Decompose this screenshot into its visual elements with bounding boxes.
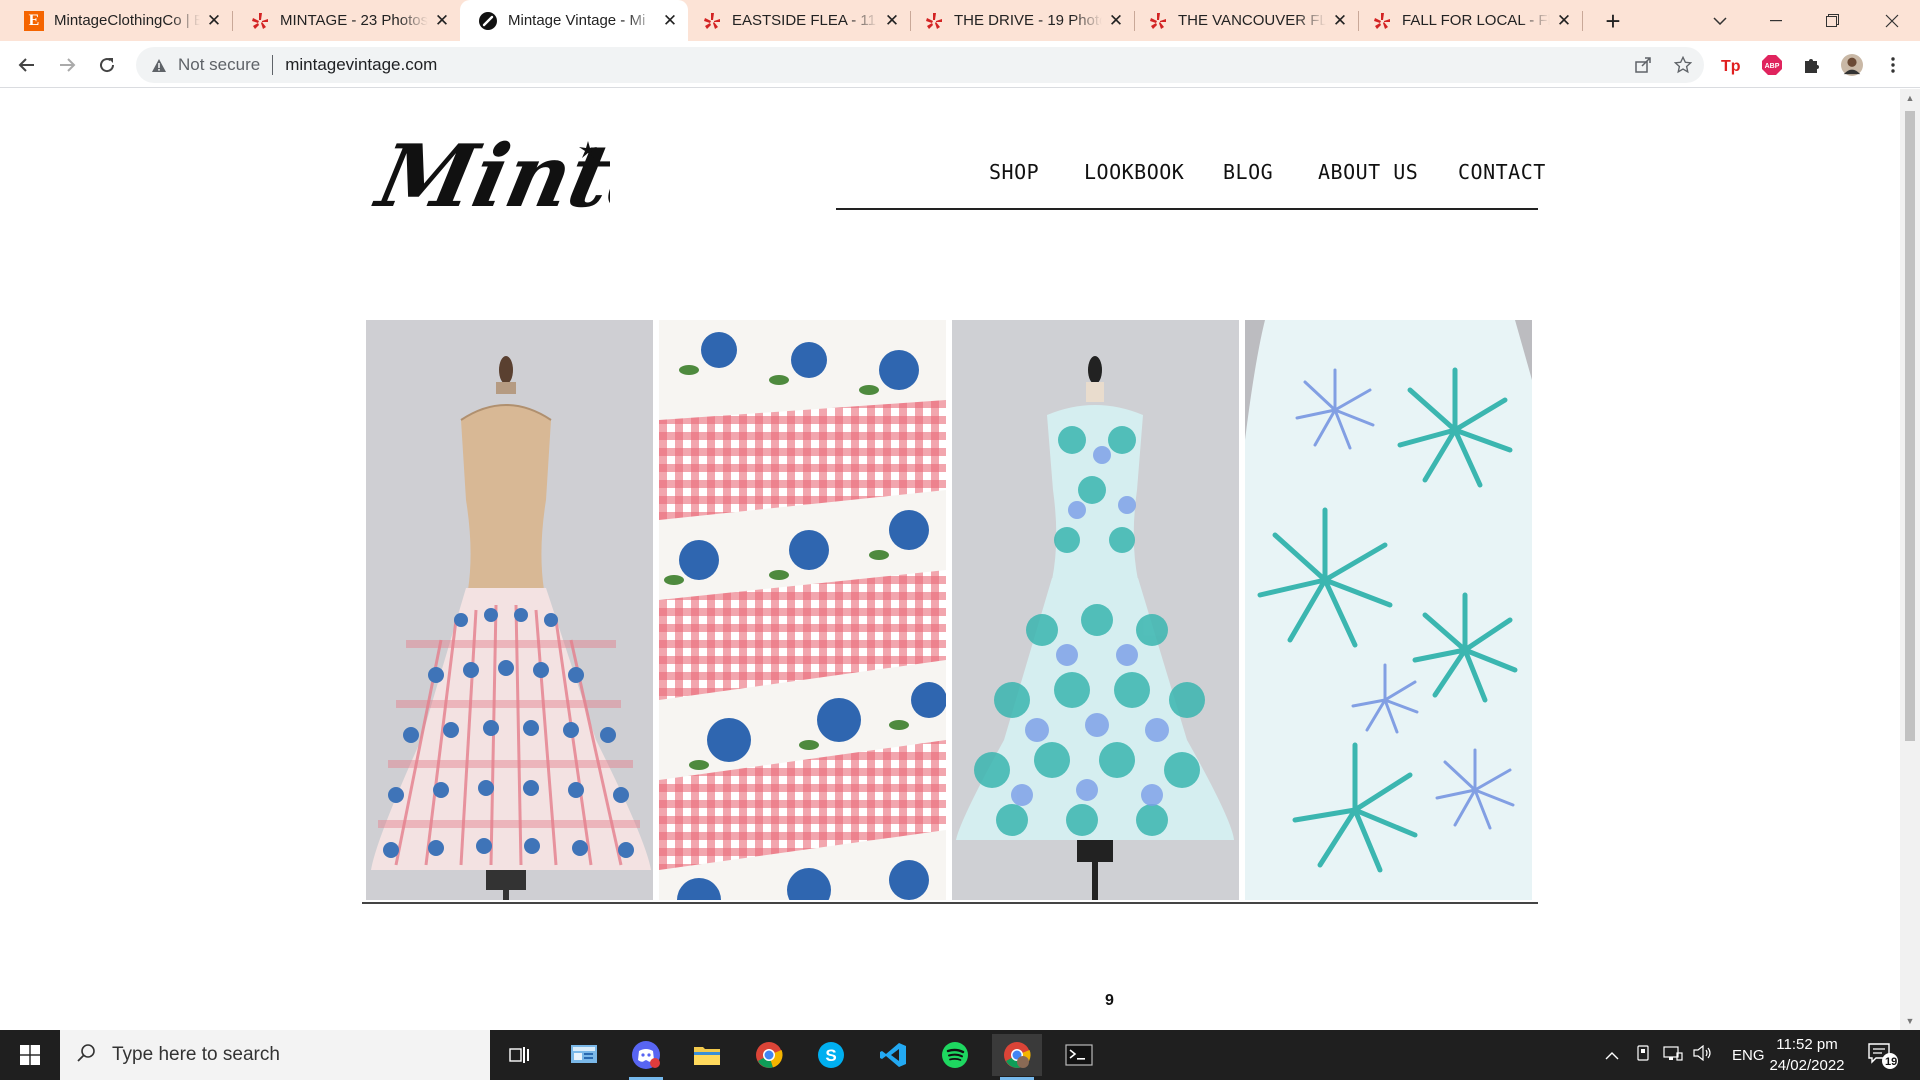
main-nav: SHOP LOOKBOOK BLOG ABOUT US CONTACT [836,150,1545,210]
language-indicator[interactable]: ENG [1732,1047,1765,1064]
forward-icon[interactable] [51,49,83,81]
chrome-active-icon[interactable] [992,1034,1042,1080]
chrome-menu-icon[interactable] [1882,54,1904,76]
tab-title: EASTSIDE FLEA - 11 Ph [732,12,878,29]
discord-icon[interactable] [621,1034,671,1080]
extensions-puzzle-icon[interactable] [1801,54,1823,76]
tab-strip: E MintageClothingCo | E ✕ MINTAGE - 23 P… [0,0,1920,41]
yelp-icon [250,11,270,31]
notification-count-badge: 19 [1885,1056,1898,1068]
notification-center-icon[interactable]: 19 [1858,1034,1908,1076]
clock-time: 11:52 pm [1776,1036,1838,1053]
close-icon[interactable]: ✕ [1556,11,1572,30]
page-scrollbar[interactable]: ▲ ▼ [1900,89,1920,1030]
browser-tab[interactable]: THE DRIVE - 19 Photos ✕ [910,0,1134,41]
etsy-icon: E [24,10,44,31]
clock-date: 24/02/2022 [1769,1057,1845,1074]
tab-title: THE DRIVE - 19 Photos [954,12,1102,29]
svg-text:S: S [825,1046,836,1065]
adblock-icon[interactable]: ABP [1761,54,1783,76]
mintage-logo[interactable]: Mintage [366,110,791,250]
security-label[interactable]: Not secure [178,55,260,75]
yelp-icon [702,11,722,31]
tab-title: THE VANCOUVER FLEA [1178,12,1326,29]
svg-text:Tp: Tp [1721,58,1741,75]
nav-about-us[interactable]: ABOUT US [1318,160,1418,184]
browser-tab[interactable]: THE VANCOUVER FLEA ✕ [1134,0,1358,41]
address-bar[interactable]: Not secure mintagevintage.com [136,47,1704,83]
back-icon[interactable] [11,49,43,81]
dress-photo[interactable] [952,320,1239,900]
browser-toolbar: Not secure mintagevintage.com Tp ABP [0,41,1920,88]
close-icon[interactable]: ✕ [206,11,222,30]
windows-start-icon[interactable] [0,1030,60,1080]
skirt-photo[interactable] [366,320,653,900]
system-tray: ENG [1600,1030,1765,1080]
gallery-divider [362,902,1538,904]
close-icon[interactable]: ✕ [1108,11,1124,30]
scroll-down-icon[interactable]: ▼ [1905,1016,1915,1026]
show-hidden-icons-icon[interactable] [1600,1047,1624,1064]
nav-shop[interactable]: SHOP [989,160,1039,184]
svg-text:ABP: ABP [1765,63,1780,70]
close-window-icon[interactable] [1864,0,1920,41]
vscode-icon[interactable] [868,1034,918,1076]
device-icon[interactable] [1628,1045,1658,1065]
product-gallery [366,318,1538,906]
scroll-up-icon[interactable]: ▲ [1905,93,1915,103]
nav-lookbook[interactable]: LOOKBOOK [1084,160,1184,184]
new-tab-icon[interactable]: + [1598,6,1628,36]
tab-search-icon[interactable] [1692,0,1748,41]
page-number: 9 [1105,992,1114,1009]
fabric-photo[interactable] [659,320,946,900]
minimize-icon[interactable] [1748,0,1804,41]
browser-tab[interactable]: EASTSIDE FLEA - 11 Ph ✕ [688,0,910,41]
task-view-icon[interactable] [495,1034,545,1076]
warning-icon[interactable] [150,58,168,73]
yelp-icon [1372,11,1392,31]
browser-tab-active[interactable]: Mintage Vintage - Mi ✕ [460,0,688,41]
url-text[interactable]: mintagevintage.com [285,55,437,75]
nav-contact[interactable]: CONTACT [1458,160,1546,184]
taskbar-search[interactable]: Type here to search [60,1030,490,1080]
close-icon[interactable]: ✕ [884,11,900,30]
tab-title: Mintage Vintage - Mi [508,12,646,29]
network-icon[interactable] [1658,1045,1688,1065]
tab-title: MintageClothingCo | E [54,12,200,29]
reload-icon[interactable] [91,49,123,81]
volume-icon[interactable] [1688,1044,1718,1065]
scrollbar-thumb[interactable] [1905,111,1915,741]
close-icon[interactable]: ✕ [662,11,678,30]
nav-blog[interactable]: BLOG [1223,160,1273,184]
yelp-icon [924,11,944,31]
close-icon[interactable]: ✕ [1332,11,1348,30]
toolbar-extension-tp-icon[interactable]: Tp [1720,54,1742,76]
yelp-icon [1148,11,1168,31]
skype-icon[interactable]: S [806,1034,856,1076]
control-panel-icon[interactable] [559,1034,609,1076]
tab-title: MINTAGE - 23 Photos [280,12,428,29]
tab-title: FALL FOR LOCAL - Flea [1402,12,1550,29]
chrome-icon[interactable] [744,1034,794,1076]
dress-detail-photo[interactable] [1245,320,1532,900]
squarespace-icon [478,11,498,31]
browser-tab[interactable]: E MintageClothingCo | E ✕ [0,0,232,41]
browser-tab[interactable]: MINTAGE - 23 Photos ✕ [232,0,460,41]
profile-avatar[interactable] [1841,54,1863,76]
windows-taskbar: Type here to search S ENG 11:52 pm 24/02… [0,1030,1920,1080]
share-icon[interactable] [1634,56,1652,74]
search-icon [76,1043,98,1068]
terminal-icon[interactable] [1054,1034,1104,1076]
close-icon[interactable]: ✕ [434,11,450,30]
browser-tab[interactable]: FALL FOR LOCAL - Flea ✕ [1358,0,1582,41]
restore-icon[interactable] [1804,0,1860,41]
file-explorer-icon[interactable] [682,1034,732,1076]
bookmark-star-icon[interactable] [1674,56,1692,74]
spotify-icon[interactable] [930,1034,980,1076]
search-placeholder: Type here to search [112,1044,280,1065]
taskbar-clock[interactable]: 11:52 pm 24/02/2022 [1762,1034,1852,1076]
logo-text: Mintage [370,125,610,227]
